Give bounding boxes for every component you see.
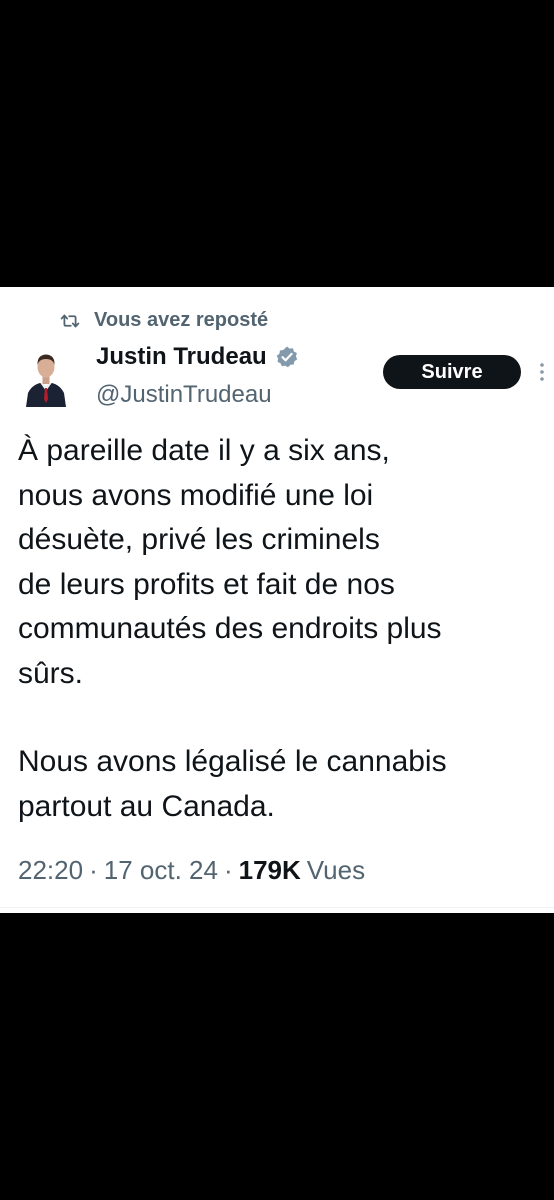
tweet-line: de leurs profits et fait de nos [18, 567, 395, 601]
author-name-row[interactable]: Justin Trudeau [96, 343, 299, 371]
tweet-meta: 22:20 · 17 oct. 24 · 179K Vues [18, 855, 365, 886]
follow-button[interactable]: Suivre [383, 355, 521, 389]
verified-badge-icon [276, 346, 297, 368]
views-count[interactable]: 179K [239, 855, 301, 886]
meta-separator: · [223, 855, 233, 885]
repost-label: Vous avez reposté [94, 309, 269, 331]
divider [0, 907, 554, 908]
tweet-paragraph: À pareille date il y a six ans, nous avo… [18, 429, 548, 696]
avatar-portrait-icon [24, 347, 68, 407]
tweet-line: partout au Canada. [18, 789, 275, 823]
tweet-date[interactable]: 17 oct. 24 [104, 855, 218, 886]
repost-indicator: Vous avez reposté [60, 309, 268, 332]
tweet-line: sûrs. [18, 656, 84, 690]
repost-icon [60, 314, 80, 327]
author-handle[interactable]: @JustinTrudeau [96, 381, 272, 409]
avatar[interactable] [24, 347, 68, 407]
author-name[interactable]: Justin Trudeau [96, 343, 267, 371]
tweet-line: désuète, privé les criminels [18, 523, 380, 556]
tweet-paragraph: Nous avons légalisé le cannabis partout … [18, 740, 548, 829]
tweet-text: À pareille date il y a six ans, nous avo… [18, 429, 548, 829]
tweet-card[interactable]: Vous avez reposté Justin Trudeau @Justin… [0, 287, 554, 913]
tweet-time[interactable]: 22:20 [18, 855, 83, 886]
meta-separator: · [89, 855, 98, 885]
more-vertical-icon[interactable] [538, 361, 546, 383]
tweet-line: À pareille date il y a six ans, [18, 434, 390, 467]
tweet-line: Nous avons légalisé le cannabis [18, 745, 447, 778]
views-label: Vues [306, 855, 366, 885]
tweet-line: communautés des endroits plus [18, 612, 442, 645]
tweet-line: nous avons modifié une loi [18, 478, 374, 512]
